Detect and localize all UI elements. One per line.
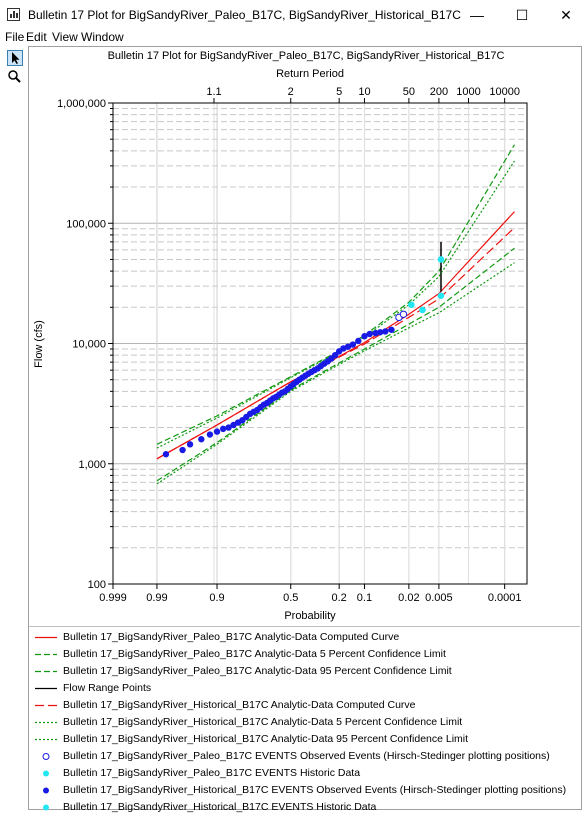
series-point-9	[198, 436, 205, 443]
legend-swatch	[35, 636, 57, 639]
series-point-9	[179, 446, 186, 454]
x-tick-label: 0.005	[425, 592, 453, 604]
bulletin-17-chart: Bulletin 17 Plot for BigSandyRiver_Paleo…	[33, 50, 528, 622]
legend-label: Bulletin 17_BigSandyRiver_Historical_B17…	[63, 699, 416, 711]
legend-entry: Flow Range Points	[29, 680, 580, 697]
y-tick-label: 100	[88, 579, 106, 591]
y-tick-label: 100,000	[66, 218, 106, 230]
x-tick-label: 0.999	[99, 592, 127, 604]
y-tick-label: 10,000	[72, 339, 106, 351]
legend-label: Bulletin 17_BigSandyRiver_Paleo_B17C Ana…	[63, 631, 400, 643]
series-point-9	[162, 451, 170, 458]
legend-swatch	[42, 753, 50, 760]
legend-label: Bulletin 17_BigSandyRiver_Historical_B17…	[63, 784, 567, 796]
legend-label: Bulletin 17_BigSandyRiver_Historical_B17…	[63, 801, 377, 813]
top-axis-label: Return Period	[276, 68, 344, 80]
legend-marker	[42, 753, 50, 760]
legend-entry: Bulletin 17_BigSandyRiver_Historical_B17…	[29, 697, 580, 714]
x-axis-label: Probability	[284, 610, 336, 622]
x-tick-label: 0.9	[209, 592, 224, 604]
series-point-9	[382, 328, 389, 335]
legend-marker	[43, 804, 49, 811]
x-tick-label: 0.2	[332, 592, 347, 604]
top-tick-label: 10	[358, 86, 370, 98]
legend-entry: Bulletin 17_BigSandyRiver_Paleo_B17C EVE…	[29, 748, 580, 765]
top-tick-label: 1000	[456, 86, 480, 98]
legend-entry: Bulletin 17_BigSandyRiver_Paleo_B17C Ana…	[29, 646, 580, 663]
legend-entry: Bulletin 17_BigSandyRiver_Historical_B17…	[29, 714, 580, 731]
legend-swatch	[35, 687, 57, 690]
legend-swatch	[43, 770, 49, 777]
x-tick-label: 0.5	[283, 592, 298, 604]
legend-swatch	[35, 704, 57, 707]
top-tick-label: 1.1	[206, 86, 221, 98]
legend-label: Bulletin 17_BigSandyRiver_Paleo_B17C Ana…	[63, 648, 446, 660]
legend-swatch	[35, 721, 57, 724]
legend-label: Flow Range Points	[63, 682, 152, 694]
legend-label: Bulletin 17_BigSandyRiver_Historical_B17…	[63, 733, 469, 745]
series-point-10	[419, 306, 426, 314]
series-point-9	[213, 428, 221, 435]
series-point-10	[408, 301, 415, 308]
legend-entry: Bulletin 17_BigSandyRiver_Historical_B17…	[29, 731, 580, 748]
series-point-9	[388, 326, 395, 333]
y-tick-label: 1,000,000	[57, 98, 106, 110]
series-point-9	[186, 441, 194, 448]
legend-swatch	[35, 670, 57, 673]
legend-entry: Bulletin 17_BigSandyRiver_Paleo_B17C EVE…	[29, 765, 580, 782]
series-point-7	[399, 310, 408, 318]
legend: Bulletin 17_BigSandyRiver_Paleo_B17C Ana…	[29, 626, 580, 813]
x-tick-label: 0.1	[357, 592, 372, 604]
grid	[112, 102, 527, 585]
series-point-9	[206, 431, 214, 438]
legend-entry: Bulletin 17_BigSandyRiver_Paleo_B17C Ana…	[29, 629, 580, 646]
legend-label: Bulletin 17_BigSandyRiver_Paleo_B17C Ana…	[63, 665, 452, 677]
legend-label: Bulletin 17_BigSandyRiver_Paleo_B17C EVE…	[63, 750, 550, 762]
legend-marker	[43, 770, 49, 777]
top-tick-label: 200	[430, 86, 448, 98]
legend-swatch	[35, 653, 57, 656]
legend-label: Bulletin 17_BigSandyRiver_Paleo_B17C EVE…	[63, 767, 361, 779]
top-tick-label: 10000	[489, 86, 520, 98]
legend-swatch	[35, 738, 57, 741]
legend-label: Bulletin 17_BigSandyRiver_Historical_B17…	[63, 716, 463, 728]
y-axis-label: Flow (cfs)	[33, 320, 45, 368]
series-point-9	[219, 425, 227, 433]
series-point-10	[437, 256, 445, 263]
legend-entry: Bulletin 17_BigSandyRiver_Paleo_B17C Ana…	[29, 663, 580, 680]
legend-swatch	[43, 804, 49, 811]
legend-entry: Bulletin 17_BigSandyRiver_Historical_B17…	[29, 782, 580, 799]
x-tick-label: 0.99	[146, 592, 167, 604]
chart-title: Bulletin 17 Plot for BigSandyRiver_Paleo…	[108, 50, 505, 62]
series-point-9	[349, 341, 357, 348]
series-point-10	[437, 292, 445, 299]
legend-swatch	[43, 787, 49, 794]
top-tick-label: 2	[288, 86, 294, 98]
series-point-9	[366, 330, 373, 338]
top-tick-label: 50	[403, 86, 415, 98]
x-tick-label: 0.0001	[488, 592, 522, 604]
y-tick-label: 1,000	[78, 459, 106, 471]
x-tick-label: 0.02	[398, 592, 419, 604]
legend-entry: Bulletin 17_BigSandyRiver_Historical_B17…	[29, 799, 580, 816]
series-point-9	[355, 337, 362, 345]
legend-marker	[43, 787, 49, 794]
top-tick-label: 5	[336, 86, 342, 98]
